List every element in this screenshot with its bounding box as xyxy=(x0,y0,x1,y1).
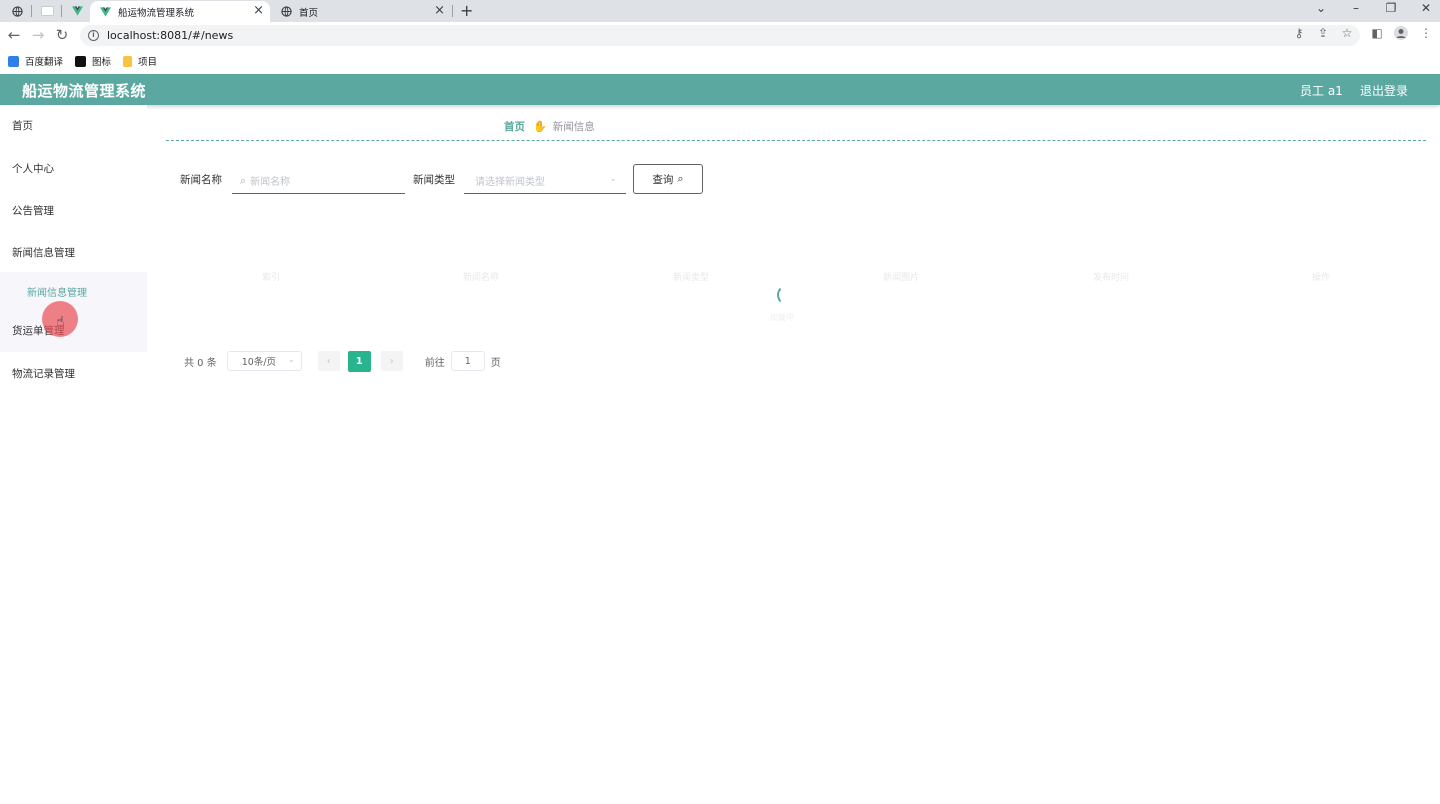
app-header: 船运物流管理系统 员工 a1 退出登录 xyxy=(0,74,1440,105)
tab-close-icon[interactable]: × xyxy=(434,4,445,18)
news-name-input[interactable]: ⌕ 新闻名称 xyxy=(232,168,405,194)
forward-arrow-icon[interactable]: → xyxy=(29,26,47,44)
chevron-down-icon: ⌄ xyxy=(609,174,617,184)
globe-icon xyxy=(281,6,292,17)
breadcrumb: 首页 ✋ 新闻信息 xyxy=(504,119,595,134)
bookmark-icons[interactable]: 图标 xyxy=(75,54,111,68)
next-page-button[interactable]: › xyxy=(380,351,403,371)
image-icon xyxy=(75,55,87,67)
bookmark-label: 项目 xyxy=(138,57,158,68)
news-table: 索引 新闻名称 新闻类型 新闻图片 发布时间 操作 加载中 xyxy=(166,255,1426,325)
bookmark-label: 图标 xyxy=(92,57,112,68)
url-field[interactable]: i localhost:8081/#/news xyxy=(80,25,1360,46)
pagination: 共 0 条 10条/页 ⌄ ‹ 1 › 前往 1 页 xyxy=(184,350,501,372)
profile-icon[interactable] xyxy=(1393,26,1409,43)
app-title: 船运物流管理系统 xyxy=(22,82,147,100)
tab-separator xyxy=(31,5,32,17)
breadcrumb-home[interactable]: 首页 xyxy=(504,119,525,134)
news-type-select[interactable]: 请选择新闻类型 ⌄ xyxy=(464,168,626,194)
tab-close-icon[interactable]: × xyxy=(253,4,264,18)
reload-icon[interactable]: ↻ xyxy=(53,26,71,44)
total-count: 共 0 条 xyxy=(184,357,217,369)
loading-spinner-icon xyxy=(777,285,797,305)
goto-page-input[interactable]: 1 xyxy=(450,351,485,371)
restore-icon[interactable]: ❐ xyxy=(1381,1,1401,15)
pinned-tab-mail[interactable] xyxy=(34,2,60,20)
bookmark-folder-project[interactable]: 项目 xyxy=(123,54,157,68)
current-user: 员工 a1 xyxy=(1300,84,1343,98)
news-name-placeholder: 新闻名称 xyxy=(250,177,291,188)
browser-tab-bar: 船运物流管理系统 × 首页 × + ⌄ – ❐ ✕ xyxy=(0,0,1440,22)
news-type-placeholder: 请选择新闻类型 xyxy=(475,177,545,188)
prev-page-button[interactable]: ‹ xyxy=(317,351,340,371)
mail-icon xyxy=(40,6,54,16)
vue-icon xyxy=(71,6,83,16)
key-icon[interactable]: ⚷ xyxy=(1291,26,1307,40)
page-size-select[interactable]: 10条/页 ⌄ xyxy=(226,351,302,371)
pinned-tab-vue[interactable] xyxy=(64,2,90,20)
folder-icon xyxy=(123,55,133,67)
side-panel-icon[interactable]: ◧ xyxy=(1369,26,1385,40)
page-size-value: 10条/页 xyxy=(241,357,277,368)
back-arrow-icon[interactable]: ← xyxy=(5,26,23,44)
close-window-icon[interactable]: ✕ xyxy=(1416,1,1436,15)
divider xyxy=(166,140,1426,141)
column-header: 新闻类型 xyxy=(672,272,709,283)
star-icon[interactable]: ☆ xyxy=(1339,26,1355,40)
sidebar-item-notice[interactable]: 公告管理 xyxy=(0,190,147,230)
share-icon[interactable]: ⇪ xyxy=(1315,26,1331,40)
bookmark-baidu-translate[interactable]: 百度翻译 xyxy=(8,54,63,68)
column-header: 发布时间 xyxy=(1092,272,1129,283)
news-type-label: 新闻类型 xyxy=(413,174,455,186)
page-number-current[interactable]: 1 xyxy=(347,350,371,372)
sidebar-item-home[interactable]: 首页 xyxy=(0,105,147,145)
new-tab-button[interactable]: + xyxy=(460,1,473,20)
tab-search-icon[interactable]: ⌄ xyxy=(1311,1,1331,15)
column-header: 索引 xyxy=(261,272,280,283)
query-button[interactable]: 查询 ⌕ xyxy=(633,164,703,194)
chevron-left-icon: ‹ xyxy=(326,355,331,367)
translate-icon xyxy=(8,55,19,67)
sidebar-item-logistics-record[interactable]: 物流记录管理 xyxy=(0,353,147,393)
pinned-tab-globe[interactable] xyxy=(4,2,30,20)
column-header: 新闻图片 xyxy=(882,272,919,283)
chevron-right-icon: › xyxy=(389,355,394,367)
url-text: localhost:8081/#/news xyxy=(107,29,234,42)
tab-title: 船运物流管理系统 xyxy=(118,7,195,19)
column-header: 操作 xyxy=(1311,272,1330,283)
chevron-down-icon: ⌄ xyxy=(288,355,295,364)
hand-icon: ✋ xyxy=(533,120,547,133)
sidebar-item-news[interactable]: 新闻信息管理 xyxy=(0,232,147,272)
hand-cursor-icon: ☝ xyxy=(56,314,65,330)
logout-button[interactable]: 退出登录 xyxy=(1360,82,1408,99)
query-label: 查询 xyxy=(652,173,674,186)
info-icon[interactable]: i xyxy=(88,30,99,41)
sidebar: 首页 个人中心 公告管理 新闻信息管理 新闻信息管理 货运单管理 物流记录管理 xyxy=(0,105,147,804)
sidebar-item-personal-center[interactable]: 个人中心 xyxy=(0,148,147,188)
vue-icon xyxy=(100,6,111,17)
table-header: 索引 新闻名称 新闻类型 新闻图片 发布时间 操作 xyxy=(166,263,1426,289)
bookmarks-bar: 百度翻译 图标 项目 xyxy=(0,49,1440,73)
column-header: 新闻名称 xyxy=(462,272,499,283)
tab-home[interactable]: 首页 × xyxy=(271,1,451,22)
search-icon: ⌕ xyxy=(677,172,684,185)
tab-separator xyxy=(452,5,453,17)
goto-label: 前往 xyxy=(424,357,445,369)
page-suffix: 页 xyxy=(490,357,501,369)
globe-icon xyxy=(11,5,23,17)
breadcrumb-current: 新闻信息 xyxy=(552,121,595,133)
tab-active[interactable]: 船运物流管理系统 × xyxy=(90,1,270,22)
sidebar-subitem-news-management[interactable]: 新闻信息管理 xyxy=(0,272,147,310)
address-bar: ← → ↻ i localhost:8081/#/news ⚷ ⇪ ☆ ◧ ⋮ xyxy=(0,22,1440,49)
tab-title: 首页 xyxy=(299,7,319,19)
kebab-menu-icon[interactable]: ⋮ xyxy=(1418,26,1434,40)
news-name-label: 新闻名称 xyxy=(180,174,222,186)
tab-separator xyxy=(61,5,62,17)
loading-text: 加载中 xyxy=(770,313,794,322)
minimize-icon[interactable]: – xyxy=(1346,1,1366,15)
search-icon: ⌕ xyxy=(240,173,247,187)
bookmark-label: 百度翻译 xyxy=(25,57,64,68)
